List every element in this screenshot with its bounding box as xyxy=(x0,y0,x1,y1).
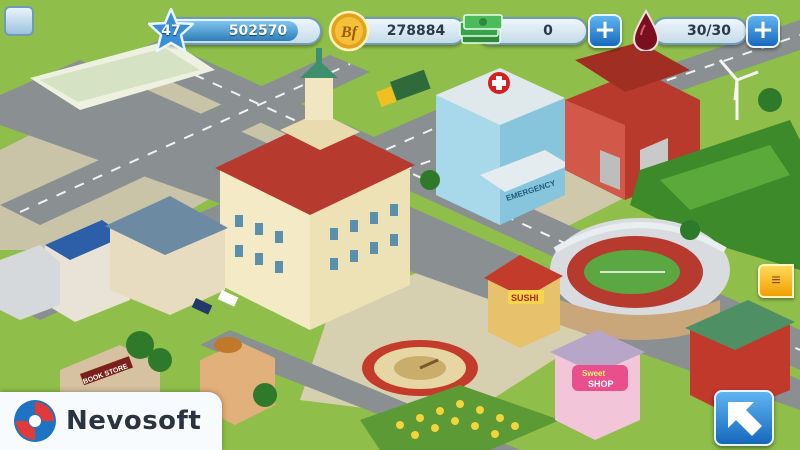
sushi-sign: SUSHI xyxy=(511,293,539,303)
side-panel-icon[interactable]: ≡ xyxy=(758,264,794,298)
city-map[interactable]: EMERGENCY SUSHI Sweet SHOP BOOK STORE xyxy=(0,0,800,450)
sweet-shop-sign-line2: SHOP xyxy=(588,379,614,389)
nevosoft-logo-icon xyxy=(14,400,56,442)
cash-stack-icon xyxy=(459,14,503,44)
buy-cash-button[interactable]: + xyxy=(588,14,622,48)
energy-drop-icon xyxy=(632,9,660,51)
coins-value: 278884 xyxy=(386,23,446,39)
publisher-logo: Nevosoft xyxy=(0,392,222,450)
logo-text: Nevosoft xyxy=(66,406,202,436)
experience-value: 502570 xyxy=(228,23,288,39)
energy-bar: 30/30 xyxy=(652,17,748,45)
level-value: 47 xyxy=(161,23,181,39)
arrow-button-icon[interactable] xyxy=(714,390,774,446)
coin-symbol: Bf xyxy=(340,24,359,41)
coin-icon: Bf xyxy=(328,10,370,52)
cash-value: 0 xyxy=(543,23,553,39)
energy-value: 30/30 xyxy=(686,23,732,39)
sweet-shop-sign-line1: Sweet xyxy=(582,369,605,378)
buy-energy-button[interactable]: + xyxy=(746,14,780,48)
menu-icon[interactable] xyxy=(4,6,34,36)
